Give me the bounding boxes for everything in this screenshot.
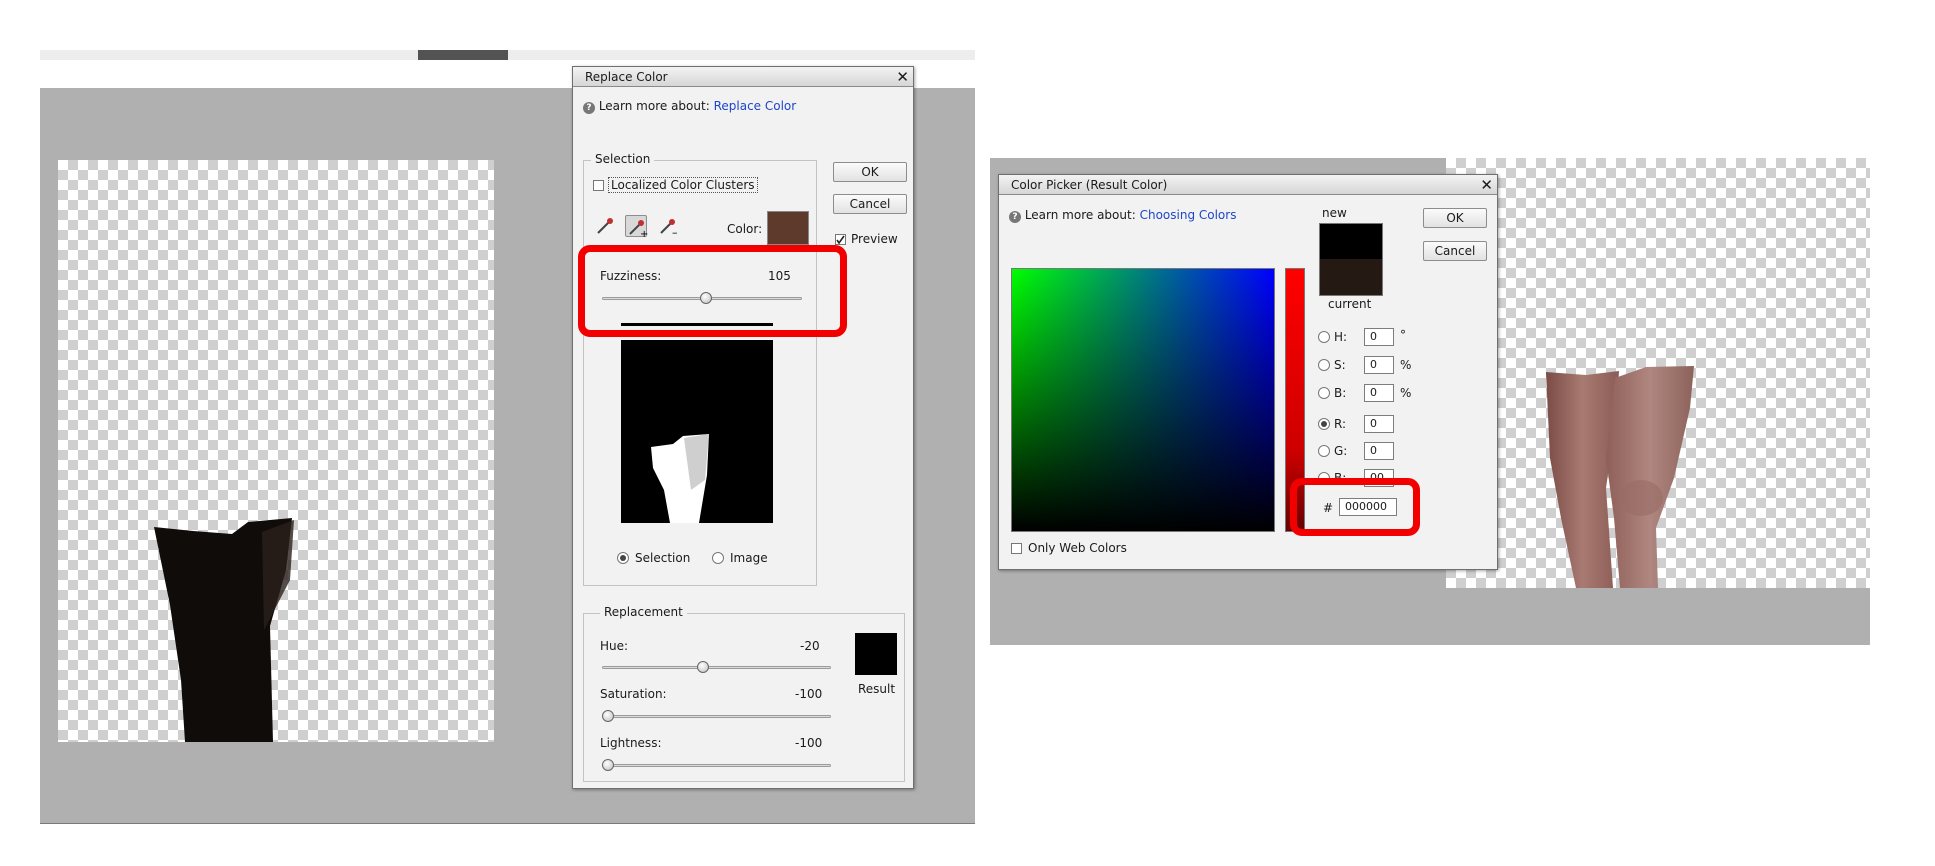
g-label: G: (1334, 444, 1348, 458)
svg-text:–: – (672, 226, 678, 237)
r-label: R: (1334, 417, 1347, 431)
color-label: Color: (727, 222, 763, 236)
picker-title: Color Picker (Result Color) (1011, 178, 1168, 192)
selection-preview (621, 340, 773, 523)
picker-titlebar[interactable]: Color Picker (Result Color) ✕ (999, 175, 1497, 195)
h-label: H: (1334, 330, 1348, 344)
left-scroll-tab[interactable] (418, 50, 508, 60)
lightness-value: -100 (795, 736, 823, 750)
lightness-thumb[interactable] (602, 759, 614, 771)
g-radio[interactable] (1318, 445, 1330, 457)
learn-more-row: ? Learn more about: Replace Color (583, 99, 796, 114)
s-unit: % (1400, 358, 1412, 372)
b-unit: % (1400, 386, 1412, 400)
help-icon: ? (1009, 211, 1021, 223)
image-mode-label: Image (730, 551, 768, 565)
ok-button[interactable]: OK (833, 162, 907, 182)
hue-value: -20 (800, 639, 820, 653)
replace-color-dialog: Replace Color ✕ ? Learn more about: Repl… (572, 66, 914, 789)
r-field[interactable]: 0 (1364, 415, 1394, 433)
fuzziness-highlight (578, 245, 847, 337)
b-radio[interactable] (1318, 387, 1330, 399)
s-radio[interactable] (1318, 359, 1330, 371)
picker-learn-link[interactable]: Choosing Colors (1140, 208, 1237, 222)
preview-label: Preview (851, 232, 898, 246)
selection-legend: Selection (591, 152, 655, 166)
lightness-label: Lightness: (600, 736, 662, 750)
right-canvas (1446, 158, 1870, 588)
hue-slider[interactable] (602, 666, 831, 669)
localized-clusters-checkbox[interactable] (593, 180, 604, 191)
s-label: S: (1334, 358, 1346, 372)
picker-cancel-button[interactable]: Cancel (1423, 241, 1487, 261)
color-field[interactable] (1011, 268, 1275, 532)
dialog-titlebar[interactable]: Replace Color ✕ (573, 67, 913, 87)
color-picker-dialog: Color Picker (Result Color) ✕ ? Learn mo… (998, 174, 1498, 570)
s-field[interactable]: 0 (1364, 356, 1394, 374)
selection-mode-radio[interactable] (617, 552, 629, 564)
eyedropper-add-icon[interactable]: + (625, 215, 648, 240)
learn-more-prefix: Learn more about: (598, 99, 710, 113)
result-label: Result (858, 682, 896, 696)
left-canvas (58, 160, 494, 742)
lightness-slider[interactable] (602, 764, 831, 767)
eyedropper-subtract-icon[interactable]: – (657, 215, 679, 239)
hex-highlight (1290, 478, 1420, 536)
picker-learn-prefix: Learn more about: (1024, 208, 1136, 222)
color-swatch[interactable] (767, 211, 809, 245)
close-icon[interactable]: ✕ (896, 67, 909, 87)
eyedropper-icon[interactable] (594, 215, 616, 237)
current-label: current (1328, 297, 1372, 311)
selection-mode-label: Selection (635, 551, 691, 565)
cancel-button[interactable]: Cancel (833, 194, 907, 214)
preview-checkbox[interactable] (835, 234, 846, 245)
h-radio[interactable] (1318, 331, 1330, 343)
image-mode-radio[interactable] (712, 552, 724, 564)
hue-label: Hue: (600, 639, 629, 653)
g-field[interactable]: 0 (1364, 442, 1394, 460)
r-radio[interactable] (1318, 418, 1330, 430)
replacement-legend: Replacement (600, 605, 687, 619)
picker-learn-more-row: ? Learn more about: Choosing Colors (1009, 208, 1236, 223)
only-web-colors-label: Only Web Colors (1028, 541, 1127, 555)
h-field[interactable]: 0 (1364, 328, 1394, 346)
saturation-value: -100 (795, 687, 823, 701)
result-swatch[interactable] (855, 633, 897, 675)
localized-clusters-label: Localized Color Clusters (608, 177, 758, 193)
svg-text:+: + (640, 229, 648, 238)
current-color-swatch[interactable] (1319, 259, 1383, 296)
b-field[interactable]: 0 (1364, 384, 1394, 402)
b-label: B: (1334, 386, 1347, 400)
dark-legs-image (154, 518, 294, 742)
help-icon: ? (583, 102, 595, 114)
skin-legs-image (1546, 366, 1694, 588)
new-color-swatch (1319, 223, 1383, 260)
new-label: new (1322, 206, 1347, 220)
saturation-slider[interactable] (602, 715, 831, 718)
dialog-title: Replace Color (585, 70, 668, 84)
h-unit: ° (1400, 328, 1406, 342)
only-web-colors-checkbox[interactable] (1011, 543, 1022, 554)
picker-ok-button[interactable]: OK (1423, 208, 1487, 228)
saturation-label: Saturation: (600, 687, 667, 701)
learn-more-link[interactable]: Replace Color (714, 99, 797, 113)
close-icon[interactable]: ✕ (1480, 175, 1493, 195)
saturation-thumb[interactable] (602, 710, 614, 722)
